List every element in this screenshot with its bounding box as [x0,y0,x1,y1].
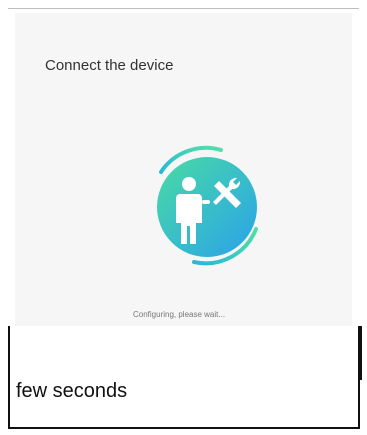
status-text: Configuring, please wait... [133,310,226,319]
progress-circle-fill [157,157,257,257]
caption-text: few seconds [16,380,128,402]
page-title: Connect the device [45,57,174,74]
screen-frame: Connect the device Configuring, please w… [8,8,359,338]
configuration-progress-graphic [157,145,258,266]
caption-box-corner-line [360,326,362,380]
caption-box [8,326,360,429]
device-setup-card: Connect the device Configuring, please w… [15,13,352,333]
